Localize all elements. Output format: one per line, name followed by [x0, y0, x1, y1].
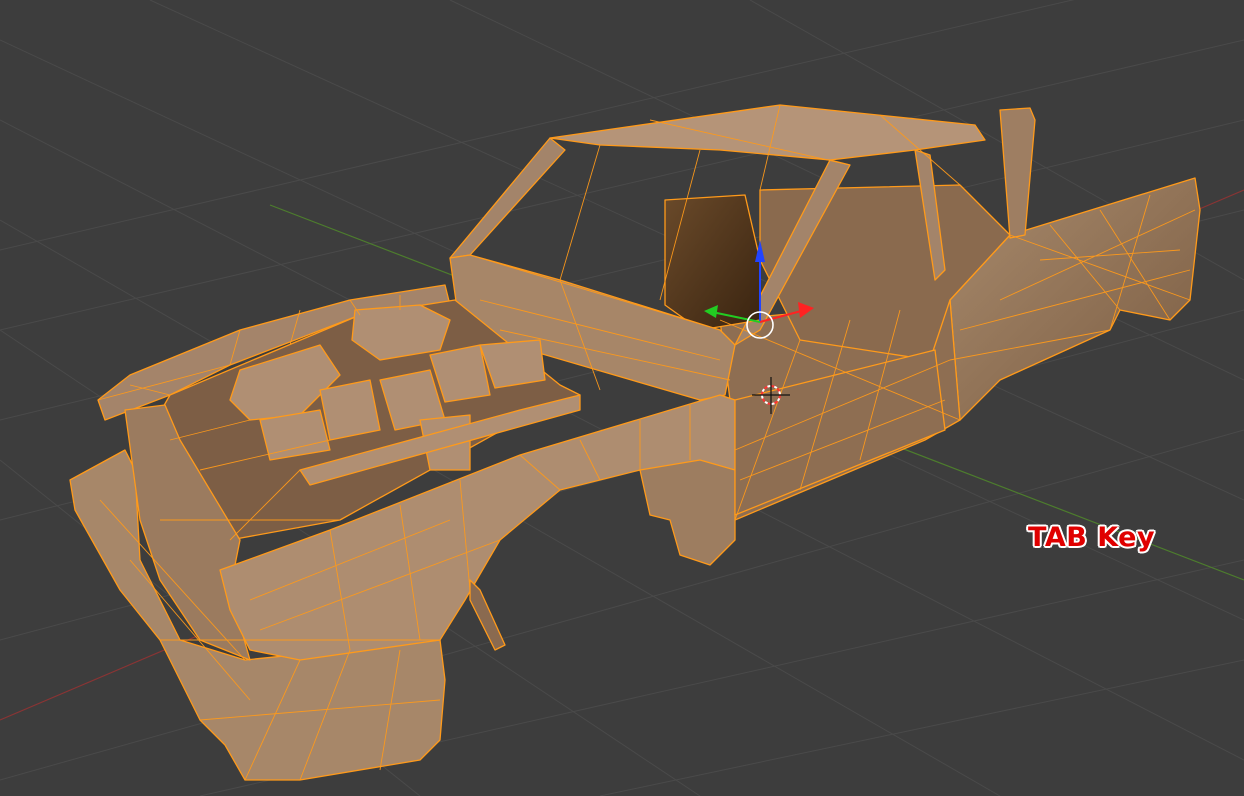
truck-mesh[interactable] — [69, 104, 1201, 781]
tab-key-caption: TAB Key — [1028, 522, 1156, 553]
viewport-scene[interactable] — [0, 0, 1244, 796]
3d-viewport[interactable]: TAB Key — [0, 0, 1244, 796]
rear-fender — [639, 459, 736, 566]
front-strut — [469, 579, 506, 651]
a-pillar — [449, 137, 566, 259]
exhaust-stack — [999, 107, 1036, 239]
